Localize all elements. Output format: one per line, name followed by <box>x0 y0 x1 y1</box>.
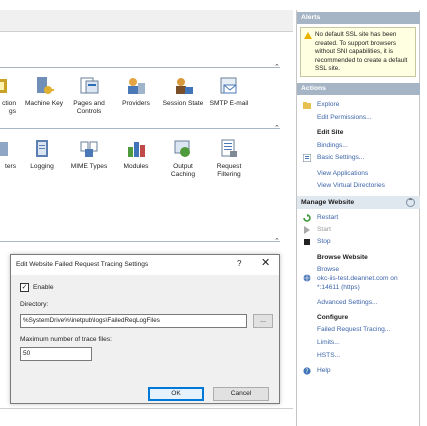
feature-authorization[interactable]: ction gs <box>0 75 16 116</box>
features-header-strip <box>0 10 293 32</box>
mime-types-icon <box>78 138 100 160</box>
feature-label: MIME Types <box>70 163 108 170</box>
smtp-email-icon <box>218 75 240 97</box>
hsts-link[interactable]: HSTS... <box>317 352 340 360</box>
browse-url-link[interactable]: okc-iis-test.deannet.com on <box>317 275 398 283</box>
close-button[interactable]: ✕ <box>261 257 270 269</box>
bindings-link[interactable]: Bindings... <box>317 142 348 150</box>
manage-website-header: Manage Website ⌃ <box>297 196 420 209</box>
feature-label: Request Filtering <box>216 163 242 178</box>
actions-header: Actions <box>297 83 420 95</box>
view-applications-link[interactable]: View Applications <box>317 170 368 178</box>
feature-label: Modules <box>123 163 149 170</box>
feature-smtp-email[interactable]: SMTP E-mail <box>203 75 255 108</box>
feature-label: Session State <box>162 100 204 107</box>
feature-label: Providers <box>122 100 150 107</box>
restart-icon <box>303 214 311 222</box>
providers-icon <box>125 75 147 97</box>
feature-label: ters <box>5 163 16 170</box>
stop-icon <box>304 239 310 245</box>
collapse-chevron-icon[interactable]: ⌃ <box>406 198 415 207</box>
explore-icon <box>303 102 311 109</box>
feature-label: SMTP E-mail <box>209 100 249 107</box>
dialog-title-bar[interactable]: Edit Website Failed Request Tracing Sett… <box>11 255 279 275</box>
svg-text:?: ? <box>305 368 308 375</box>
cancel-button[interactable]: Cancel <box>213 387 269 401</box>
help-button[interactable]: ? <box>237 259 241 268</box>
max-trace-files-label: Maximum number of trace files: <box>20 336 112 343</box>
help-link[interactable]: Help <box>317 367 331 375</box>
feature-request-filtering[interactable]: Request Filtering <box>203 138 255 179</box>
enable-checkbox[interactable]: ✓ <box>20 283 29 292</box>
edit-site-group: Edit Site <box>317 129 344 136</box>
filters-icon <box>0 138 12 160</box>
request-filtering-icon <box>218 138 240 160</box>
browse-link[interactable]: Browse <box>317 266 339 274</box>
alert-message: No default SSL site has been created. To… <box>315 31 408 72</box>
feature-session-state[interactable]: Session State <box>157 75 209 108</box>
enable-label[interactable]: Enable <box>33 284 54 291</box>
advanced-settings-link[interactable]: Advanced Settings... <box>317 299 377 307</box>
start-link: Start <box>317 226 331 233</box>
basic-settings-icon <box>303 154 311 162</box>
failed-request-tracing-link[interactable]: Failed Request Tracing... <box>317 326 390 334</box>
basic-settings-link[interactable]: Basic Settings... <box>317 154 364 162</box>
explore-link[interactable]: Explore <box>317 101 339 109</box>
feature-modules[interactable]: Modules <box>110 138 162 171</box>
feature-providers[interactable]: Providers <box>110 75 162 108</box>
modules-icon <box>125 138 147 160</box>
view-virtual-directories-link[interactable]: View Virtual Directories <box>317 182 385 190</box>
session-state-icon <box>172 75 194 97</box>
max-trace-files-input[interactable]: 50 <box>20 347 92 361</box>
help-icon: ? <box>303 367 311 375</box>
restart-link[interactable]: Restart <box>317 214 338 222</box>
failed-request-tracing-dialog: Edit Website Failed Request Tracing Sett… <box>10 254 280 404</box>
ok-button[interactable]: OK <box>148 387 204 401</box>
stop-link[interactable]: Stop <box>317 238 331 246</box>
limits-link[interactable]: Limits... <box>317 339 340 347</box>
feature-label: Output Caching <box>170 163 196 178</box>
directory-label: Directory: <box>20 301 49 308</box>
feature-mime-types[interactable]: MIME Types <box>63 138 115 171</box>
group-divider <box>0 67 280 68</box>
directory-input[interactable]: %SystemDrive%\inetpub\logs\FailedReqLogF… <box>20 314 247 328</box>
collapse-up-icon[interactable]: ⌃ <box>274 238 280 246</box>
configure-group: Configure <box>317 314 349 321</box>
alerts-header: Alerts <box>297 12 420 24</box>
edit-permissions-link[interactable]: Edit Permissions... <box>317 114 372 122</box>
feature-label: Pages and Controls <box>73 100 105 115</box>
feature-label: ction gs <box>2 100 16 115</box>
browse-url-port[interactable]: *:14611 (https) <box>317 284 360 292</box>
feature-isapi-filters[interactable]: ters <box>0 138 16 171</box>
authorization-icon <box>0 75 12 97</box>
machine-key-icon <box>33 75 55 97</box>
browse-directory-button[interactable]: ... <box>253 314 273 328</box>
browse-globe-icon <box>303 274 311 282</box>
view-footer-divider <box>0 408 293 409</box>
pages-controls-icon <box>78 75 100 97</box>
dialog-title: Edit Website Failed Request Tracing Sett… <box>16 261 149 268</box>
group-divider <box>0 241 280 242</box>
feature-pages-controls[interactable]: Pages and Controls <box>63 75 115 116</box>
warning-icon <box>304 32 312 39</box>
browse-website-group: Browse Website <box>317 254 368 261</box>
output-caching-icon <box>172 138 194 160</box>
collapse-up-icon[interactable]: ⌃ <box>274 125 280 133</box>
collapse-up-icon[interactable]: ⌃ <box>274 64 280 72</box>
group-divider <box>0 128 280 129</box>
logging-icon <box>31 138 53 160</box>
start-icon <box>304 226 310 234</box>
alert-box: No default SSL site has been created. To… <box>300 27 416 77</box>
manage-website-title: Manage Website <box>301 199 355 206</box>
actions-pane: Alerts No default SSL site has been crea… <box>296 10 420 426</box>
feature-output-caching[interactable]: Output Caching <box>157 138 209 179</box>
feature-label: Logging <box>30 163 54 170</box>
feature-logging[interactable]: Logging <box>16 138 68 171</box>
